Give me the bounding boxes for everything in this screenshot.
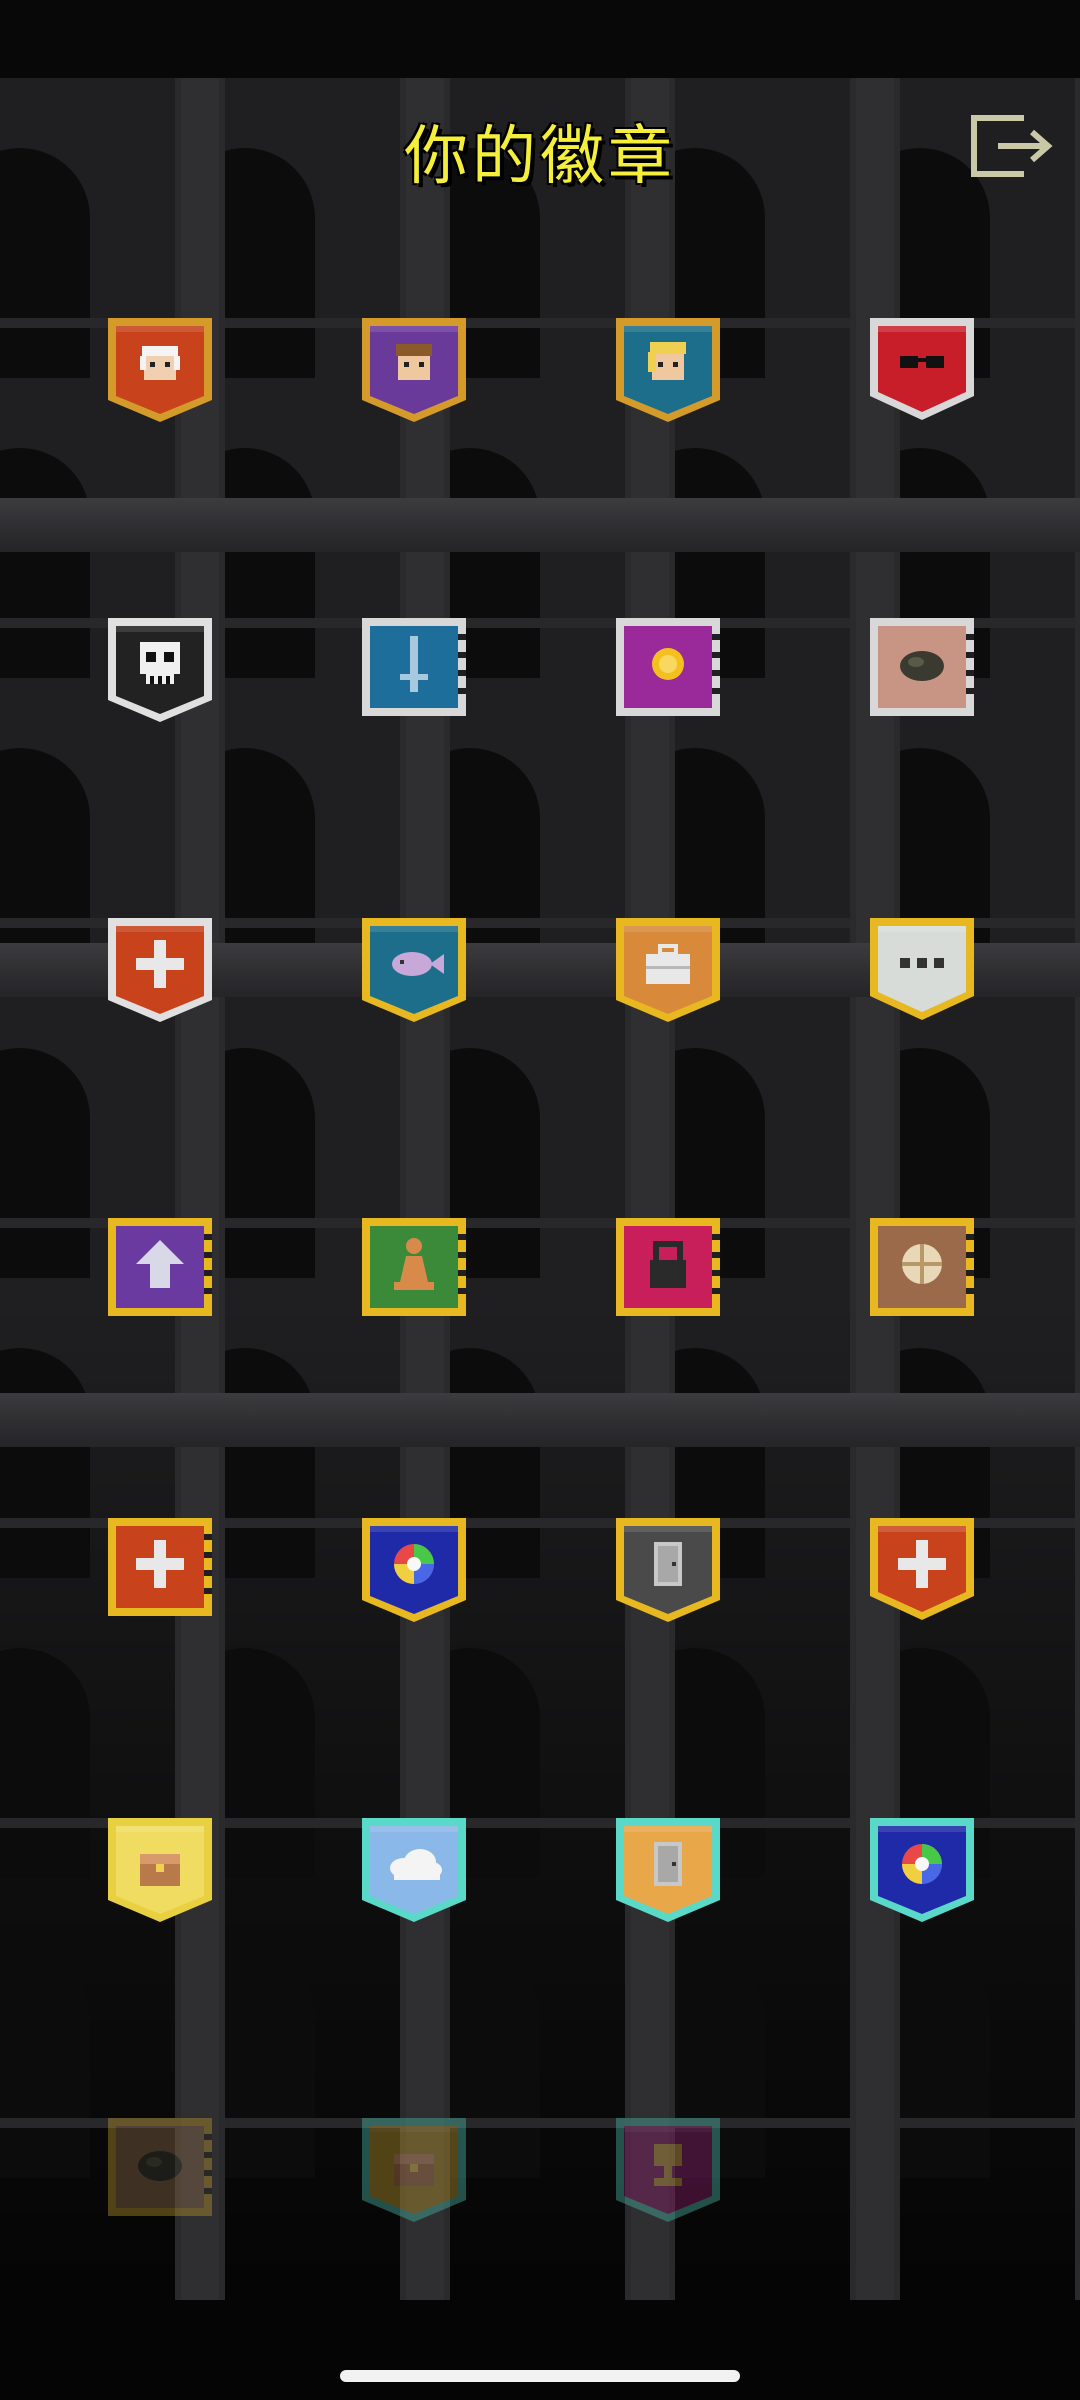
badge-item[interactable] — [104, 1512, 216, 1628]
badge-item[interactable] — [358, 1212, 470, 1328]
badge-item[interactable] — [104, 312, 216, 428]
sunglasses-icon — [870, 318, 974, 420]
badge-item[interactable] — [358, 912, 470, 1028]
badge-item[interactable] — [612, 912, 724, 1028]
badge-item[interactable] — [612, 612, 724, 728]
exit-icon — [971, 115, 1053, 177]
door-icon — [616, 1518, 720, 1622]
bald-man-face-icon — [108, 318, 212, 422]
badge-item[interactable] — [866, 912, 978, 1028]
coal-rock-icon — [108, 2118, 212, 2216]
exit-button[interactable] — [964, 110, 1060, 182]
badge-item[interactable] — [866, 312, 978, 428]
background-arch — [0, 148, 90, 378]
badge-item[interactable] — [358, 612, 470, 728]
badge-item[interactable] — [866, 1512, 978, 1628]
background-arch — [0, 448, 90, 678]
coal-rock-icon — [870, 618, 974, 716]
trophy-icon — [616, 2118, 720, 2222]
badge-item[interactable] — [358, 312, 470, 428]
page-title: 你的徽章 — [404, 120, 676, 194]
badge-item[interactable] — [104, 612, 216, 728]
badge-item[interactable] — [104, 2112, 216, 2228]
badge-item[interactable] — [104, 1212, 216, 1328]
badge-item[interactable] — [358, 1512, 470, 1628]
badge-item[interactable] — [612, 2112, 724, 2228]
rainbow-orb-icon — [870, 1818, 974, 1922]
medic-cross-icon — [108, 1518, 212, 1616]
briefcase-icon — [616, 918, 720, 1022]
status-bar-area — [0, 0, 1080, 78]
badge-item[interactable] — [866, 1212, 978, 1328]
badge-item[interactable] — [104, 1812, 216, 1928]
badge-item[interactable] — [358, 1812, 470, 1928]
chess-pawn-icon — [362, 1218, 466, 1316]
up-arrow-icon — [108, 1218, 212, 1316]
rainbow-orb-icon — [362, 1518, 466, 1622]
medic-cross-icon — [870, 1518, 974, 1620]
home-indicator[interactable] — [340, 2370, 740, 2382]
badge-item[interactable] — [612, 1212, 724, 1328]
background-shelf — [0, 498, 1080, 552]
background-arch — [0, 1948, 90, 2178]
gold-coin-icon — [616, 618, 720, 716]
badge-item[interactable] — [866, 1812, 978, 1928]
badge-item[interactable] — [358, 2112, 470, 2228]
background-arch — [0, 1348, 90, 1578]
cloud-icon — [362, 1818, 466, 1922]
ellipsis-icon — [870, 918, 974, 1020]
blonde-face-icon — [616, 318, 720, 422]
door-icon — [616, 1818, 720, 1922]
badge-item[interactable] — [612, 1812, 724, 1928]
medic-cross-icon — [108, 918, 212, 1022]
treasure-chest-icon — [362, 2118, 466, 2222]
treasure-chest-icon — [108, 1818, 212, 1922]
skull-icon — [108, 618, 212, 722]
padlock-icon — [616, 1218, 720, 1316]
background-pillar — [1075, 78, 1080, 2300]
background-arch — [0, 1648, 90, 1878]
background-arch — [0, 1048, 90, 1278]
fish-icon — [362, 918, 466, 1022]
badge-screen: 你的徽章 — [0, 0, 1080, 2400]
badge-item[interactable] — [104, 912, 216, 1028]
background-shelf — [0, 1393, 1080, 1447]
sword-icon — [362, 618, 466, 716]
badge-item[interactable] — [612, 1512, 724, 1628]
seed-icon — [870, 1218, 974, 1316]
badge-item[interactable] — [866, 612, 978, 728]
badge-item[interactable] — [612, 312, 724, 428]
brown-hair-face-icon — [362, 318, 466, 422]
